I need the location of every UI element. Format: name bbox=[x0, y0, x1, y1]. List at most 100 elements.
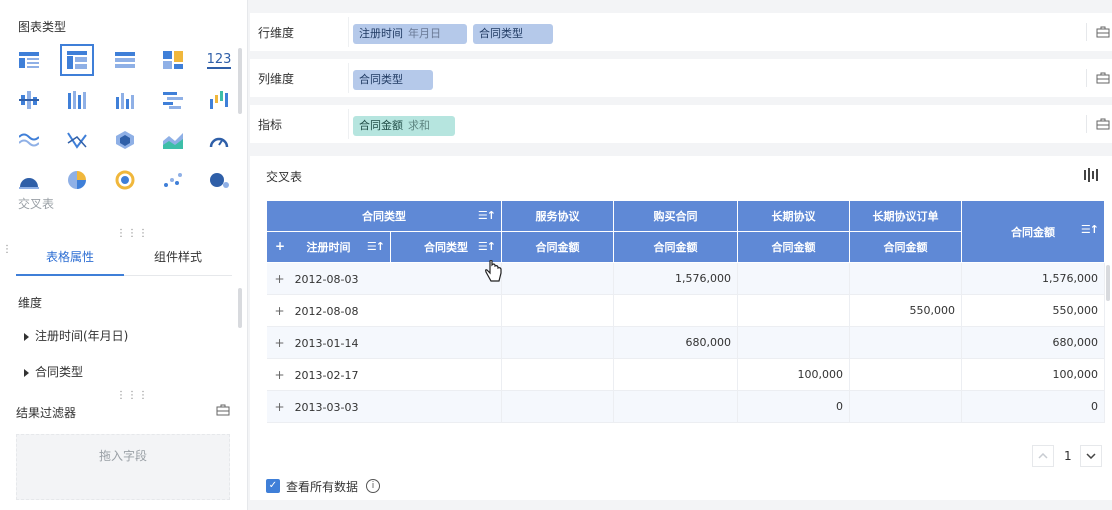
property-tabs: 表格属性 组件样式 bbox=[16, 238, 232, 276]
chart-type-title: 图表类型 bbox=[18, 20, 67, 34]
scatter-icon[interactable] bbox=[156, 164, 190, 196]
polygon-3d-icon[interactable] bbox=[108, 124, 142, 156]
header-metric: 合同金额 bbox=[737, 231, 850, 263]
table-row: +2013-01-14 680,000 680,000 bbox=[266, 326, 1105, 359]
radar-line-icon[interactable] bbox=[60, 124, 94, 156]
header-service-agreement[interactable]: 服务协议 bbox=[501, 200, 614, 232]
half-pie-icon[interactable] bbox=[12, 164, 46, 196]
table-row: +2013-02-17 100,000 100,000 bbox=[266, 358, 1105, 391]
toolbox-icon[interactable] bbox=[216, 404, 230, 419]
number-card-icon[interactable]: 123 bbox=[202, 44, 236, 76]
cell bbox=[613, 358, 738, 391]
grouped-table-icon[interactable] bbox=[108, 44, 142, 76]
header-contract-type-group[interactable]: 合同类型 ☰↑ bbox=[266, 200, 502, 232]
prev-page-button[interactable] bbox=[1032, 445, 1054, 467]
row-date-cell[interactable]: +2013-02-17 bbox=[266, 358, 502, 391]
tab-table-properties[interactable]: 表格属性 bbox=[16, 238, 124, 276]
chart-settings-icon[interactable] bbox=[1084, 168, 1098, 185]
cell-total: 550,000 bbox=[961, 294, 1105, 327]
stacked-column-icon[interactable] bbox=[60, 84, 94, 116]
header-long-term-agreement[interactable]: 长期协议 bbox=[737, 200, 850, 232]
expand-row-icon: + bbox=[274, 271, 285, 286]
row-dimension-label: 行维度 bbox=[258, 26, 295, 40]
pill-contract-amount[interactable]: 合同金额 求和 bbox=[353, 116, 455, 136]
row-date-cell[interactable]: +2012-08-03 bbox=[266, 262, 502, 295]
bubble-icon[interactable] bbox=[202, 164, 236, 196]
metric-bar: 指标 合同金额 求和 bbox=[250, 105, 1112, 143]
checkbox-checked-icon[interactable]: ✓ bbox=[266, 479, 280, 493]
cell: 100,000 bbox=[737, 358, 850, 391]
header-purchase-contract[interactable]: 购买合同 bbox=[613, 200, 738, 232]
row-date-cell[interactable]: +2013-03-03 bbox=[266, 390, 502, 423]
cell-total: 680,000 bbox=[961, 326, 1105, 359]
drag-handle-icon[interactable]: ⋮⋮⋮ bbox=[116, 391, 149, 401]
property-scrollbar[interactable] bbox=[238, 288, 242, 328]
filter-drop-zone[interactable]: 拖入字段 bbox=[16, 434, 230, 500]
pill-register-time[interactable]: 注册时间 年月日 bbox=[353, 24, 467, 44]
cell: 680,000 bbox=[613, 326, 738, 359]
expand-all-icon[interactable]: + bbox=[275, 239, 285, 253]
table-scrollbar[interactable] bbox=[1106, 265, 1110, 301]
wave-line-icon[interactable] bbox=[12, 124, 46, 156]
app-root: 图表类型 123 交叉表 ⋮⋮⋮ ⋮ 表格属性 组件样式 维度 注册时间(年月日… bbox=[0, 0, 1112, 510]
area-chart-icon[interactable] bbox=[156, 124, 190, 156]
toolbox-icon[interactable] bbox=[1086, 23, 1110, 41]
header-long-term-order[interactable]: 长期协议订单 bbox=[849, 200, 962, 232]
tab-component-style[interactable]: 组件样式 bbox=[124, 238, 232, 276]
tree-item-contract-type[interactable]: 合同类型 bbox=[24, 363, 83, 380]
left-panel: 图表类型 123 交叉表 ⋮⋮⋮ ⋮ 表格属性 组件样式 维度 注册时间(年月日… bbox=[0, 0, 248, 510]
next-page-button[interactable] bbox=[1080, 445, 1102, 467]
header-contract-type[interactable]: 合同类型 ☰↑ bbox=[390, 231, 502, 263]
pie-chart-icon[interactable] bbox=[60, 164, 94, 196]
expand-row-icon: + bbox=[274, 367, 285, 382]
row-dimension-drop-zone[interactable]: 注册时间 年月日 合同类型 bbox=[348, 17, 1078, 47]
donut-globe-icon[interactable] bbox=[108, 164, 142, 196]
pill-contract-type[interactable]: 合同类型 bbox=[353, 70, 433, 90]
chart-grid-scrollbar[interactable] bbox=[238, 48, 242, 114]
cross-table-card: 交叉表 合同类型 ☰↑ 服务协议 购买合同 长期协议 长期协议订单 合同金额 ☰… bbox=[250, 156, 1112, 500]
metric-drop-zone[interactable]: 合同金额 求和 bbox=[348, 109, 1078, 139]
expand-row-icon: + bbox=[274, 303, 285, 318]
toolbox-icon[interactable] bbox=[1086, 115, 1110, 133]
table-icon[interactable] bbox=[12, 44, 46, 76]
sort-icon[interactable]: ☰↑ bbox=[478, 240, 496, 253]
row-date-cell[interactable]: +2013-01-14 bbox=[266, 326, 502, 359]
table-row: +2012-08-03 1,576,000 1,576,000 bbox=[266, 262, 1105, 295]
toolbox-icon[interactable] bbox=[1086, 69, 1110, 87]
sort-icon[interactable]: ☰↑ bbox=[478, 209, 496, 222]
table-row: +2012-08-08 550,000 550,000 bbox=[266, 294, 1105, 327]
cell bbox=[501, 390, 614, 423]
sort-icon[interactable]: ☰↑ bbox=[1081, 223, 1099, 236]
side-collapse-icon[interactable]: ⋮ bbox=[2, 245, 12, 255]
info-icon[interactable]: i bbox=[366, 479, 381, 493]
view-all-data-checkbox[interactable]: ✓ 查看所有数据 i bbox=[266, 478, 381, 494]
row-date-cell[interactable]: +2012-08-08 bbox=[266, 294, 502, 327]
selected-chart-label: 交叉表 bbox=[18, 197, 55, 211]
drag-handle-icon[interactable]: ⋮⋮⋮ bbox=[116, 229, 149, 239]
cell bbox=[501, 294, 614, 327]
waterfall-icon[interactable] bbox=[202, 84, 236, 116]
header-register-time[interactable]: + 注册时间 ☰↑ bbox=[266, 231, 391, 263]
pill-contract-type[interactable]: 合同类型 bbox=[473, 24, 553, 44]
cell bbox=[613, 294, 738, 327]
kpi-blocks-icon[interactable] bbox=[156, 44, 190, 76]
cell bbox=[501, 262, 614, 295]
bar-chart-icon[interactable] bbox=[156, 84, 190, 116]
column-chart-icon[interactable] bbox=[108, 84, 142, 116]
cell-total: 1,576,000 bbox=[961, 262, 1105, 295]
row-dimension-bar: 行维度 注册时间 年月日 合同类型 bbox=[250, 13, 1112, 51]
header-total-amount[interactable]: 合同金额 ☰↑ bbox=[961, 200, 1105, 263]
cross-table-icon[interactable] bbox=[60, 44, 94, 76]
cell bbox=[849, 390, 962, 423]
column-dimension-drop-zone[interactable]: 合同类型 bbox=[348, 63, 1078, 93]
cell bbox=[737, 326, 850, 359]
box-plot-icon[interactable] bbox=[12, 84, 46, 116]
tree-item-register-time[interactable]: 注册时间(年月日) bbox=[24, 327, 128, 344]
caret-right-icon bbox=[24, 332, 29, 341]
cell bbox=[501, 358, 614, 391]
cell bbox=[849, 326, 962, 359]
filter-header: 结果过滤器 bbox=[16, 404, 232, 422]
sort-icon[interactable]: ☰↑ bbox=[367, 240, 385, 253]
page-number: 1 bbox=[1064, 449, 1072, 463]
gauge-icon[interactable] bbox=[202, 124, 236, 156]
